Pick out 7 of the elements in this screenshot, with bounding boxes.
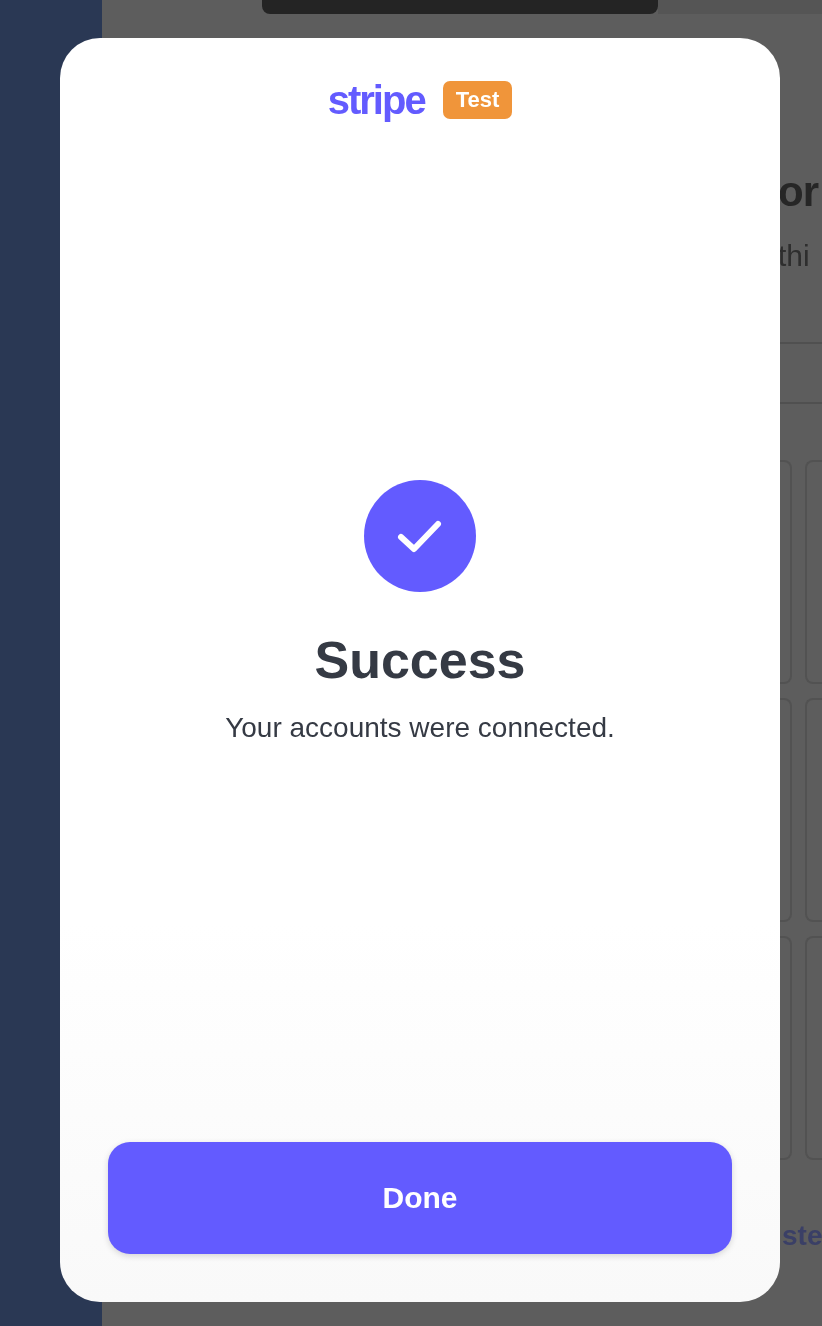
success-title: Success [314,630,526,690]
success-message: Your accounts were connected. [225,712,615,744]
page-heading: or [778,167,818,217]
check-circle-icon [364,480,476,592]
done-button[interactable]: Done [108,1142,732,1254]
test-badge: Test [442,81,513,119]
brand-logo: stripe [327,78,425,122]
